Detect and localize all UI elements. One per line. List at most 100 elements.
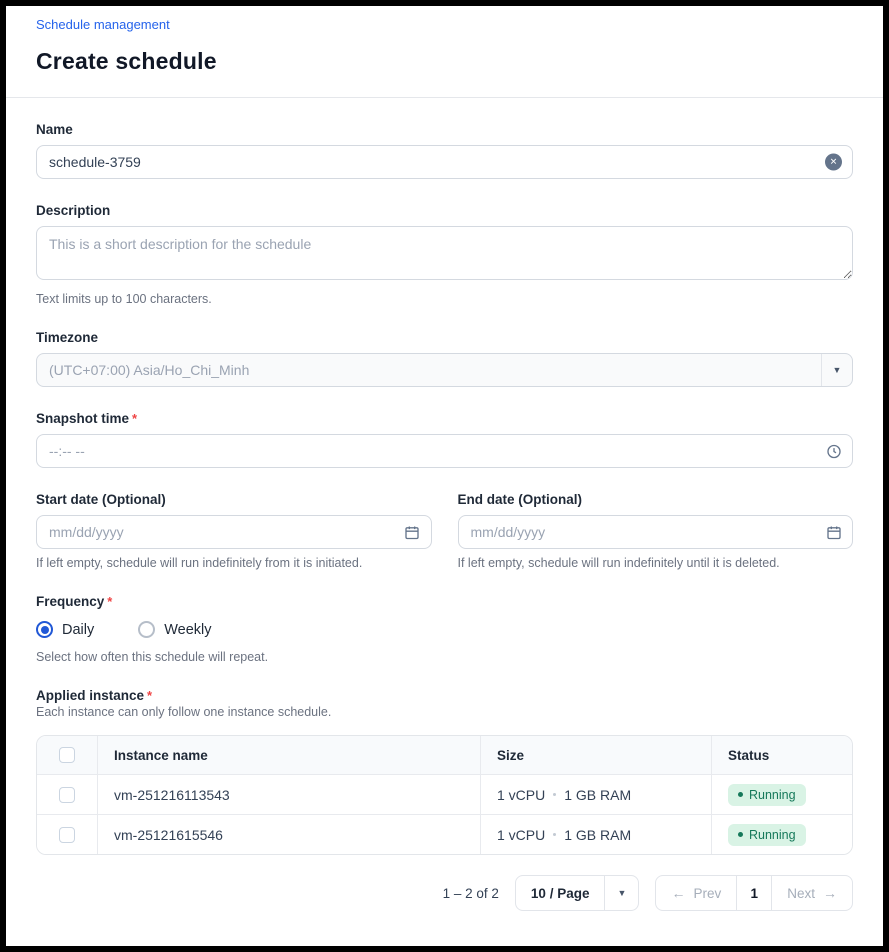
page-header: Schedule management Create schedule (6, 6, 883, 75)
pager: ← Prev 1 Next → (655, 875, 853, 911)
status-cell: Running (711, 775, 852, 814)
status-cell: Running (711, 815, 852, 854)
end-date-label: End date (Optional) (458, 492, 854, 507)
calendar-icon[interactable] (825, 524, 842, 541)
description-label: Description (36, 203, 853, 218)
page-size-value: 10 / Page (516, 876, 605, 910)
chevron-down-icon: ▼ (618, 888, 627, 898)
select-all-checkbox[interactable] (59, 747, 75, 763)
dot-separator (553, 793, 556, 796)
pagination: 1 – 2 of 2 10 / Page ▼ ← Prev 1 Next (36, 875, 853, 925)
breadcrumb-schedule-management[interactable]: Schedule management (36, 17, 170, 32)
frequency-radio-group: Daily Weekly (36, 621, 853, 638)
end-date-input-wrap (458, 515, 854, 549)
start-date-input[interactable] (36, 515, 432, 549)
table-row: vm-25121615546 1 vCPU 1 GB RAM Running (37, 814, 852, 854)
row-checkbox[interactable] (59, 827, 75, 843)
radio-daily-label: Daily (62, 622, 94, 638)
next-label: Next (787, 886, 815, 901)
create-schedule-form: Name ✕ Description Text limits up to 100… (6, 98, 883, 925)
clock-icon[interactable] (825, 443, 842, 460)
frequency-section: Frequency * Daily Weekly Select how ofte… (36, 594, 853, 664)
name-input[interactable] (36, 145, 853, 179)
page-number-1[interactable]: 1 (736, 876, 772, 910)
status-badge: Running (728, 824, 806, 846)
applied-instance-helper: Each instance can only follow one instan… (36, 705, 853, 719)
radio-option-weekly[interactable]: Weekly (138, 621, 211, 638)
end-date-input[interactable] (458, 515, 854, 549)
end-date-helper: If left empty, schedule will run indefin… (458, 556, 854, 570)
applied-instance-section: Applied instance * Each instance can onl… (36, 688, 853, 925)
description-section: Description Text limits up to 100 charac… (36, 203, 853, 306)
status-text: Running (749, 828, 796, 842)
name-label: Name (36, 122, 853, 137)
snapshot-time-input[interactable] (36, 434, 853, 468)
snapshot-time-label: Snapshot time * (36, 411, 853, 426)
chevron-down-icon: ▼ (833, 365, 842, 375)
radio-selected-icon (36, 621, 53, 638)
arrow-right-icon: → (823, 886, 837, 900)
timezone-label: Timezone (36, 330, 853, 345)
snapshot-time-input-wrap (36, 434, 853, 468)
start-date-label: Start date (Optional) (36, 492, 432, 507)
timezone-section: Timezone (UTC+07:00) Asia/Ho_Chi_Minh ▼ (36, 330, 853, 387)
required-asterisk: * (132, 411, 137, 426)
row-checkbox[interactable] (59, 787, 75, 803)
size-cell: 1 vCPU 1 GB RAM (480, 815, 711, 854)
instance-name-cell: vm-25121615546 (97, 815, 480, 854)
start-date-section: Start date (Optional) If left empty, sch… (36, 492, 432, 570)
applied-instance-label-text: Applied instance (36, 688, 144, 703)
page-title: Create schedule (36, 48, 853, 75)
header-size: Size (480, 736, 711, 774)
name-section: Name ✕ (36, 122, 853, 179)
header-status: Status (711, 736, 852, 774)
status-text: Running (749, 788, 796, 802)
prev-label: Prev (693, 886, 721, 901)
size-cell: 1 vCPU 1 GB RAM (480, 775, 711, 814)
timezone-dropdown-button[interactable]: ▼ (821, 354, 852, 386)
table-row: vm-251216113543 1 vCPU 1 GB RAM Running (37, 774, 852, 814)
instance-name-cell: vm-251216113543 (97, 775, 480, 814)
frequency-label-text: Frequency (36, 594, 104, 609)
frequency-helper: Select how often this schedule will repe… (36, 650, 853, 664)
required-asterisk: * (107, 594, 112, 609)
dates-row: Start date (Optional) If left empty, sch… (36, 492, 853, 570)
start-date-helper: If left empty, schedule will run indefin… (36, 556, 432, 570)
end-date-section: End date (Optional) If left empty, sched… (458, 492, 854, 570)
arrow-left-icon: ← (671, 886, 685, 900)
timezone-selected-value: (UTC+07:00) Asia/Ho_Chi_Minh (37, 354, 821, 386)
row-checkbox-cell (37, 775, 97, 814)
radio-weekly-label: Weekly (164, 622, 211, 638)
header-instance-name: Instance name (97, 736, 480, 774)
name-input-wrap: ✕ (36, 145, 853, 179)
clear-name-icon[interactable]: ✕ (825, 154, 842, 171)
required-asterisk: * (147, 688, 152, 703)
pagination-range: 1 – 2 of 2 (443, 886, 499, 901)
page-size-dropdown-button[interactable]: ▼ (604, 876, 638, 910)
description-helper: Text limits up to 100 characters. (36, 292, 853, 306)
size-cpu: 1 vCPU (497, 827, 545, 843)
size-cpu: 1 vCPU (497, 787, 545, 803)
page-size-select[interactable]: 10 / Page ▼ (515, 875, 640, 911)
instance-table: Instance name Size Status vm-25121611354… (36, 735, 853, 855)
status-badge: Running (728, 784, 806, 806)
header-checkbox-cell (37, 736, 97, 774)
prev-page-button[interactable]: ← Prev (656, 876, 736, 910)
applied-instance-label: Applied instance * (36, 688, 853, 703)
radio-unselected-icon (138, 621, 155, 638)
status-dot-icon (738, 832, 743, 837)
frequency-label: Frequency * (36, 594, 853, 609)
create-schedule-page: Schedule management Create schedule Name… (0, 0, 889, 952)
snapshot-time-label-text: Snapshot time (36, 411, 129, 426)
timezone-select[interactable]: (UTC+07:00) Asia/Ho_Chi_Minh ▼ (36, 353, 853, 387)
table-header-row: Instance name Size Status (37, 736, 852, 774)
description-textarea[interactable] (36, 226, 853, 280)
row-checkbox-cell (37, 815, 97, 854)
snapshot-time-section: Snapshot time * (36, 411, 853, 468)
size-ram: 1 GB RAM (564, 787, 631, 803)
calendar-icon[interactable] (404, 524, 421, 541)
radio-option-daily[interactable]: Daily (36, 621, 94, 638)
dot-separator (553, 833, 556, 836)
next-page-button[interactable]: Next → (772, 876, 852, 910)
status-dot-icon (738, 792, 743, 797)
